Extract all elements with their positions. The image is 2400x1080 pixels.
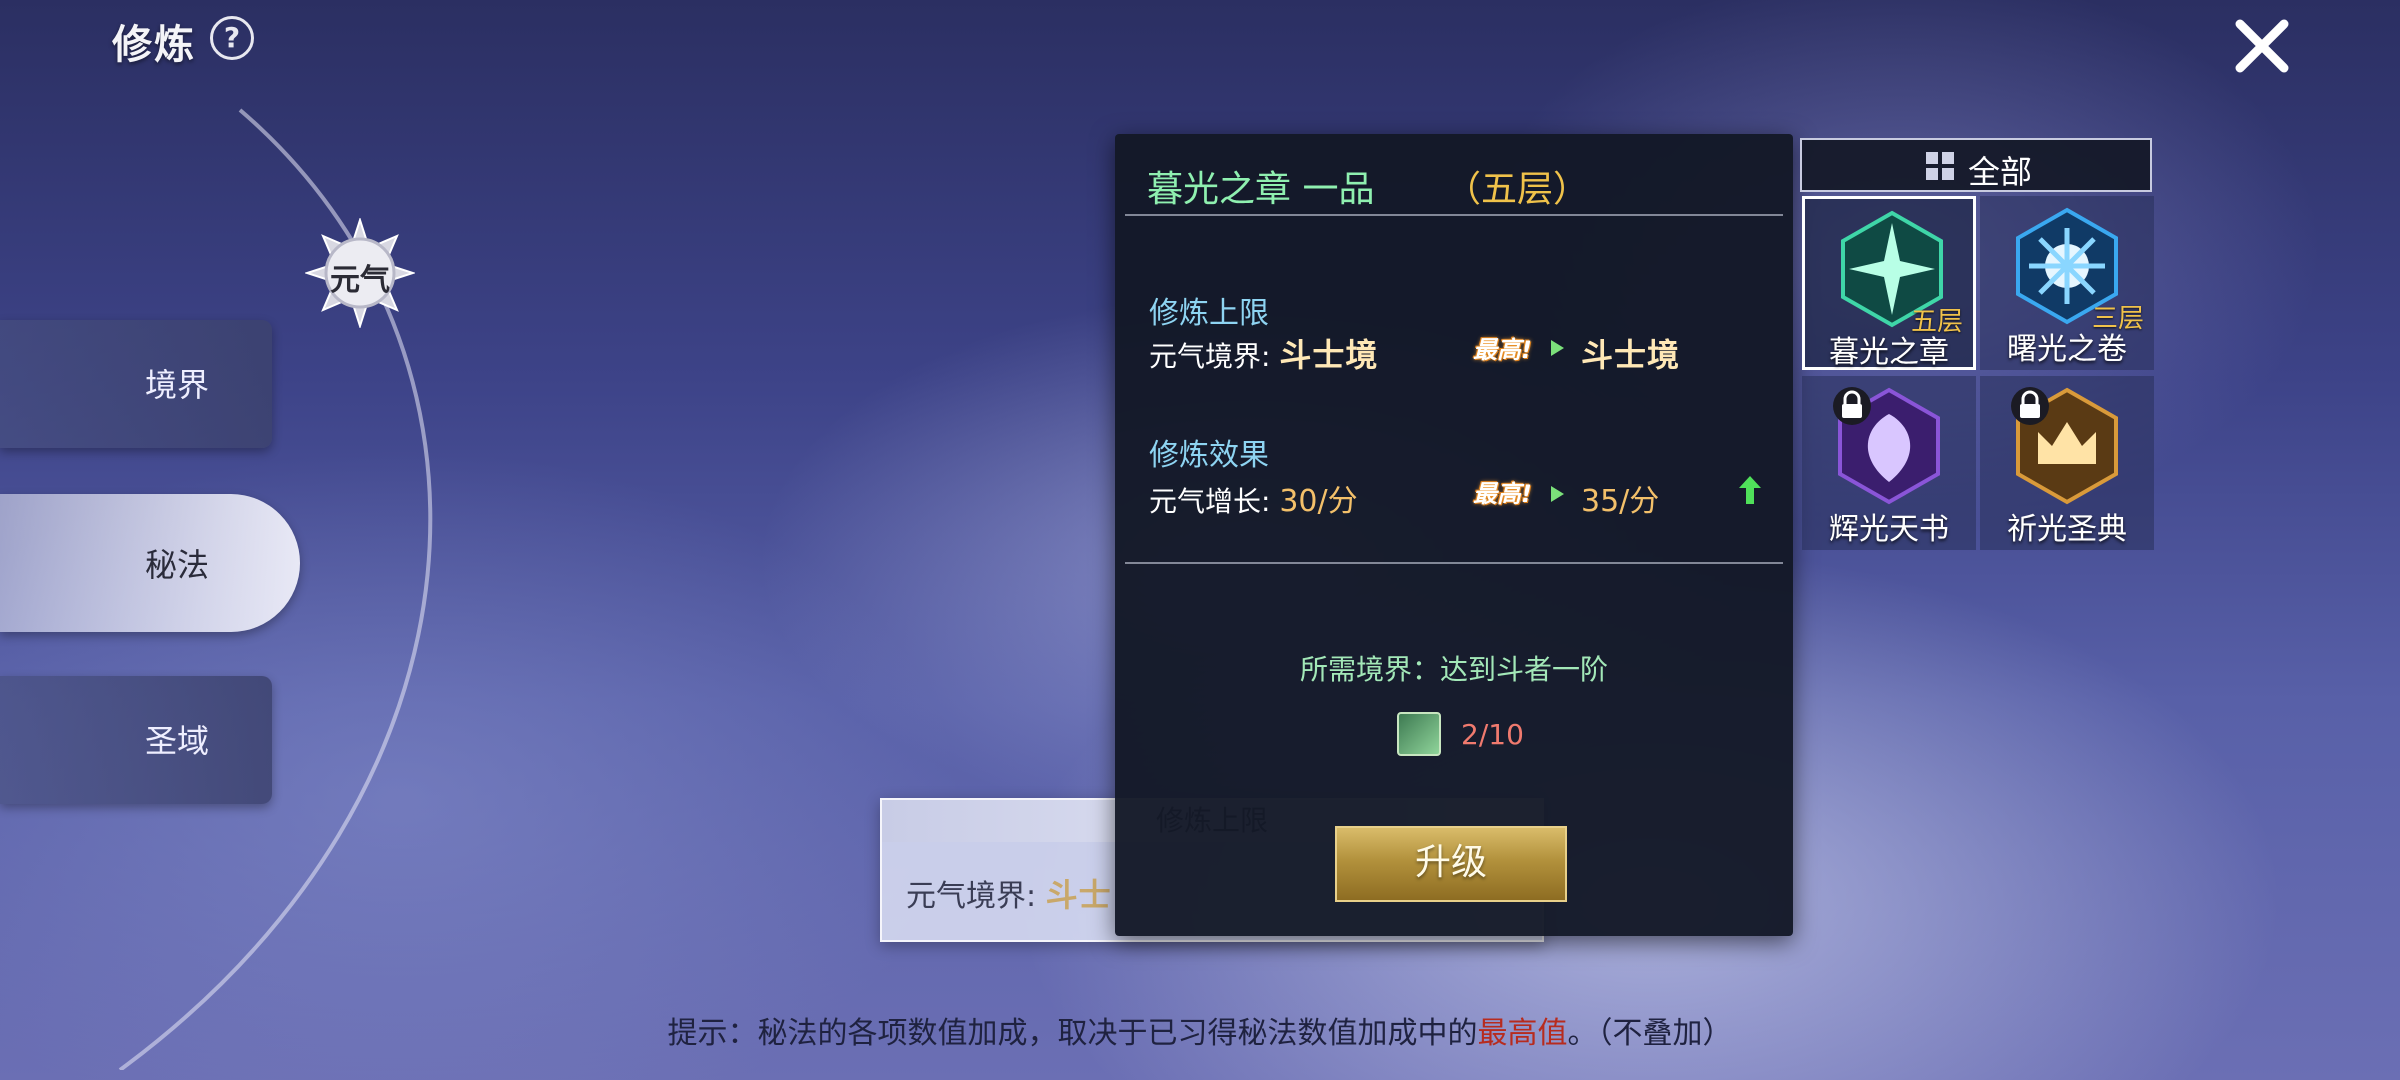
background-card-body: 元气境界: 斗士 xyxy=(906,870,1112,916)
all-filter-label: 全部 xyxy=(1968,153,2033,191)
max-badge: 最高! xyxy=(1473,336,1532,364)
lock-icon xyxy=(1833,387,1871,425)
stat-next-value: 35/分 xyxy=(1581,484,1660,519)
side-tab-label: 圣域 xyxy=(145,722,210,760)
arrow-right-icon xyxy=(1551,486,1564,502)
stat-next-value: 斗士境 xyxy=(1581,336,1681,374)
material-count: 2/10 xyxy=(1461,718,1524,751)
all-filter-button[interactable]: 全部 xyxy=(1800,138,2152,192)
technique-item-shuguang[interactable]: 三层 曙光之卷 xyxy=(1980,196,2154,370)
grid-icon xyxy=(1926,152,1954,180)
stat-label: 元气境界: xyxy=(1149,340,1271,373)
stat-label: 元气增长: xyxy=(1149,485,1271,518)
requirement-text: 所需境界：达到斗者一阶 xyxy=(1299,653,1608,686)
technique-name: 祈光圣典 xyxy=(2007,512,2127,547)
technique-detail-panel: 暮光之章 一品 （五层） 修炼上限 元气境界: 斗士境 最高! 斗士境 修炼效果… xyxy=(1115,134,1793,936)
panel-level: （五层） xyxy=(1445,169,1590,210)
divider xyxy=(1125,562,1783,564)
panel-title: 暮光之章 一品 xyxy=(1147,169,1375,210)
max-badge: 最高! xyxy=(1473,480,1532,508)
question-icon[interactable]: ? xyxy=(210,16,254,60)
side-tab-jingjie[interactable]: 境界 xyxy=(0,320,272,448)
technique-name: 辉光天书 xyxy=(1829,512,1949,547)
section-title-limit: 修炼上限 xyxy=(1149,296,1269,331)
background-card-label: 元气境界: xyxy=(906,879,1037,914)
arrow-right-icon xyxy=(1551,340,1564,356)
technique-item-muguang[interactable]: 五层 暮光之章 xyxy=(1802,196,1976,370)
lock-icon xyxy=(2011,387,2049,425)
stat-row-limit: 元气境界: 斗士境 xyxy=(1149,330,1378,376)
side-tab-label: 秘法 xyxy=(145,546,210,584)
material-item-icon[interactable] xyxy=(1397,712,1441,756)
technique-name: 暮光之章 xyxy=(1829,335,1949,370)
stat-current-value: 斗士境 xyxy=(1279,336,1379,374)
stat-row-effect: 元气增长: 30/分 xyxy=(1149,476,1358,520)
side-tab-label: 境界 xyxy=(145,366,210,404)
tip-highlight: 最高值 xyxy=(1477,1016,1568,1051)
upgrade-button[interactable]: 升级 xyxy=(1335,826,1567,902)
section-title-effect: 修炼效果 xyxy=(1149,438,1269,473)
side-tab-mifa[interactable]: 秘法 xyxy=(0,494,300,632)
technique-name: 曙光之卷 xyxy=(2007,332,2127,367)
technique-item-qiguang[interactable]: 祈光圣典 xyxy=(1980,376,2154,550)
tip-prefix: 提示：秘法的各项数值加成，取决于已习得秘法数值加成中的 xyxy=(667,1016,1478,1051)
page-title: 修炼 xyxy=(112,22,196,68)
background-card-value: 斗士 xyxy=(1045,876,1112,914)
technique-item-huiguang[interactable]: 辉光天书 xyxy=(1802,376,1976,550)
close-icon[interactable] xyxy=(2230,14,2294,78)
yuanqi-badge-label: 元气 xyxy=(330,263,390,298)
tip-text: 提示：秘法的各项数值加成，取决于已习得秘法数值加成中的最高值。（不叠加） xyxy=(0,1008,2400,1052)
arrow-up-icon xyxy=(1739,476,1761,504)
stat-current-value: 30/分 xyxy=(1279,484,1358,519)
tip-suffix: 。（不叠加） xyxy=(1567,1016,1733,1051)
divider xyxy=(1125,214,1783,216)
side-tab-shengyu[interactable]: 圣域 xyxy=(0,676,272,804)
